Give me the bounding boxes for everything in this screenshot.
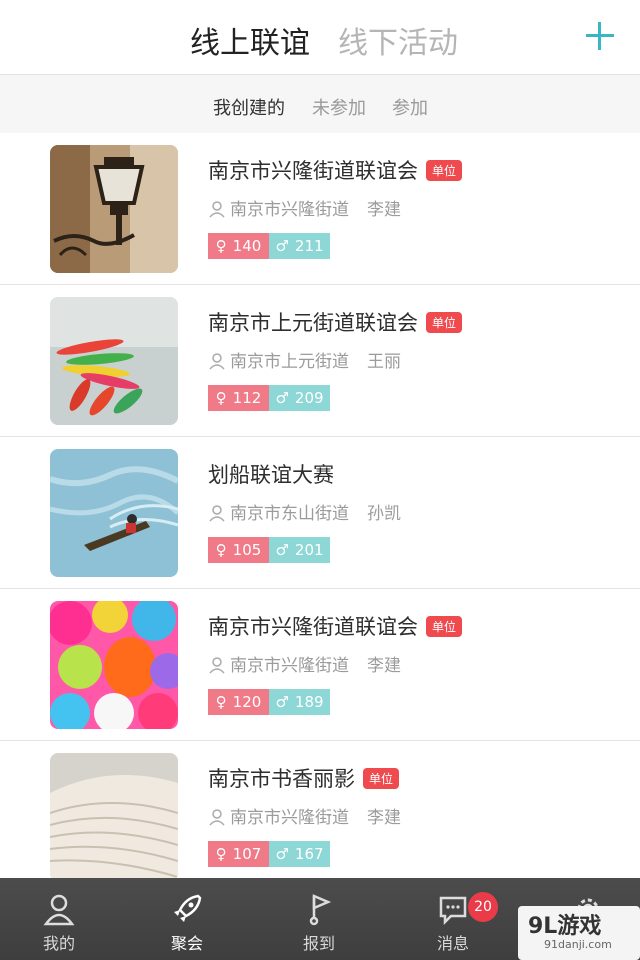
- tab-mine-label: 我的: [42, 934, 75, 953]
- list-item[interactable]: 南京市兴隆街道联谊会 单位 南京市兴隆街道 李建 ♀ 120 ♂ 189: [0, 589, 640, 741]
- event-title: 南京市兴隆街道联谊会 单位: [208, 611, 463, 641]
- event-list: 南京市兴隆街道联谊会 单位 南京市兴隆街道 李建 ♀ 140 ♂ 211 南京市上元街道…: [0, 133, 640, 893]
- male-icon: ♂: [275, 693, 289, 711]
- unit-badge: 单位: [426, 312, 463, 333]
- event-title: 划船联谊大赛: [208, 463, 334, 487]
- top-header: 线上联谊 线下活动: [0, 0, 640, 75]
- male-count: ♂ 211: [269, 233, 330, 259]
- male-icon: ♂: [275, 845, 289, 863]
- watermark-logo: 9L游戏: [528, 914, 602, 939]
- event-organizer: 李建: [367, 656, 401, 676]
- watermark: 9L游戏 91danji.com: [518, 906, 640, 960]
- subtab-not-joined[interactable]: 未参加: [312, 94, 366, 120]
- event-stats: ♀ 105 ♂ 201: [208, 537, 330, 563]
- unit-badge: 单位: [426, 160, 463, 181]
- event-title: 南京市书香丽影 单位: [208, 763, 400, 793]
- female-icon: ♀: [215, 237, 227, 255]
- person-icon: [209, 353, 225, 370]
- list-item[interactable]: 南京市书香丽影 单位 南京市兴隆街道 李建 ♀ 107 ♂ 167: [0, 741, 640, 893]
- tab-offline[interactable]: 线下活动: [338, 18, 458, 62]
- event-thumbnail: [50, 601, 178, 729]
- flag-icon: [309, 894, 332, 926]
- female-icon: ♀: [215, 541, 227, 559]
- tab-gather[interactable]: 聚会: [147, 892, 227, 954]
- event-meta: 南京市东山街道 孙凯: [208, 499, 401, 524]
- list-item[interactable]: 南京市上元街道联谊会 单位 南京市上元街道 王丽 ♀ 112 ♂ 209: [0, 285, 640, 437]
- tab-gather-label: 聚会: [170, 934, 203, 953]
- tab-checkin[interactable]: 报到: [279, 892, 359, 954]
- event-location: 南京市兴隆街道: [230, 656, 349, 676]
- person-icon: [209, 505, 225, 522]
- tab-mine[interactable]: 我的: [19, 892, 99, 954]
- event-thumbnail: [50, 145, 178, 273]
- event-meta: 南京市兴隆街道 李建: [208, 651, 401, 676]
- male-icon: ♂: [275, 237, 289, 255]
- event-organizer: 孙凯: [367, 504, 401, 524]
- event-thumbnail: [50, 449, 178, 577]
- event-organizer: 王丽: [367, 352, 401, 372]
- female-icon: ♀: [215, 693, 227, 711]
- event-title: 南京市兴隆街道联谊会 单位: [208, 155, 463, 185]
- event-location: 南京市东山街道: [230, 504, 349, 524]
- event-meta: 南京市兴隆街道 李建: [208, 195, 401, 220]
- rocket-icon: [174, 894, 202, 922]
- person-icon: [43, 894, 75, 926]
- watermark-url: 91danji.com: [544, 938, 612, 951]
- message-icon: [439, 896, 467, 926]
- tab-messages-label: 消息: [436, 934, 469, 953]
- message-count-badge: 20: [468, 892, 498, 922]
- event-location: 南京市兴隆街道: [230, 808, 349, 828]
- tab-online[interactable]: 线上联谊: [190, 18, 310, 62]
- male-count: ♂ 209: [269, 385, 330, 411]
- event-thumbnail: [50, 297, 178, 425]
- event-stats: ♀ 107 ♂ 167: [208, 841, 330, 867]
- event-stats: ♀ 140 ♂ 211: [208, 233, 330, 259]
- female-count: ♀ 140: [208, 233, 269, 259]
- event-thumbnail: [50, 753, 178, 881]
- event-stats: ♀ 120 ♂ 189: [208, 689, 330, 715]
- female-icon: ♀: [215, 389, 227, 407]
- person-icon: [209, 809, 225, 826]
- event-organizer: 李建: [367, 200, 401, 220]
- unit-badge: 单位: [363, 768, 400, 789]
- tab-checkin-label: 报到: [302, 934, 335, 953]
- event-title: 南京市上元街道联谊会 单位: [208, 307, 463, 337]
- event-meta: 南京市上元街道 王丽: [208, 347, 401, 372]
- male-count: ♂ 167: [269, 841, 330, 867]
- event-location: 南京市兴隆街道: [230, 200, 349, 220]
- plus-icon[interactable]: [586, 22, 614, 50]
- event-stats: ♀ 112 ♂ 209: [208, 385, 330, 411]
- subtab-joined[interactable]: 参加: [392, 94, 428, 120]
- male-count: ♂ 189: [269, 689, 330, 715]
- subtab-created[interactable]: 我创建的: [213, 94, 285, 120]
- list-item[interactable]: 南京市兴隆街道联谊会 单位 南京市兴隆街道 李建 ♀ 140 ♂ 211: [0, 133, 640, 285]
- male-count: ♂ 201: [269, 537, 330, 563]
- person-icon: [209, 657, 225, 674]
- female-count: ♀ 107: [208, 841, 269, 867]
- sub-tabs: 我创建的 未参加 参加: [0, 75, 640, 133]
- female-count: ♀ 105: [208, 537, 269, 563]
- male-icon: ♂: [275, 541, 289, 559]
- male-icon: ♂: [275, 389, 289, 407]
- person-icon: [209, 201, 225, 218]
- event-location: 南京市上元街道: [230, 352, 349, 372]
- female-count: ♀ 120: [208, 689, 269, 715]
- female-count: ♀ 112: [208, 385, 269, 411]
- list-item[interactable]: 划船联谊大赛 南京市东山街道 孙凯 ♀ 105 ♂ 201: [0, 437, 640, 589]
- unit-badge: 单位: [426, 616, 463, 637]
- female-icon: ♀: [215, 845, 227, 863]
- event-organizer: 李建: [367, 808, 401, 828]
- event-meta: 南京市兴隆街道 李建: [208, 803, 401, 828]
